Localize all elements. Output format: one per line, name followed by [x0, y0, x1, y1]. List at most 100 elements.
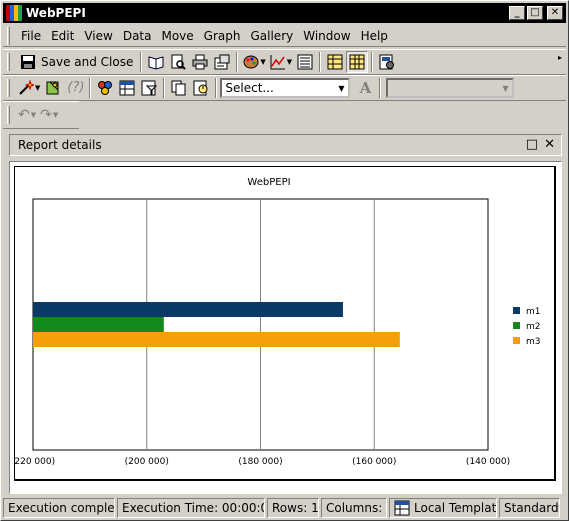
line-chart-icon — [270, 54, 286, 70]
font-button[interactable]: A — [354, 77, 376, 99]
status-bar: Execution complete Execution Time: 00:00… — [3, 498, 566, 520]
palette-dropdown-button[interactable]: ▼ — [241, 51, 267, 73]
font-select[interactable]: ▼ — [386, 78, 515, 98]
member-select[interactable]: Select... ▼ — [220, 78, 351, 98]
filter-button[interactable] — [138, 77, 160, 99]
x-tick-label: (180 000) — [238, 457, 282, 467]
wizard-dropdown-button[interactable]: ▼ — [16, 77, 42, 99]
table-layout-button[interactable] — [116, 77, 138, 99]
app-icon — [6, 5, 22, 21]
undo-toolbar: ↶ ▼ ↷ ▼ — [3, 101, 79, 129]
format-toolbar: ▼ (?) Select... ▼ A ▼ — [3, 75, 566, 101]
x-tick-label: (220 000) — [15, 457, 55, 467]
bar-m3 — [33, 332, 400, 347]
main-toolbar: Save and Close ▼ ▼ ▸ — [3, 49, 566, 75]
menu-data[interactable]: Data — [118, 29, 157, 43]
legend-label-m2: m2 — [526, 322, 541, 332]
status-template[interactable]: Local Template — [389, 498, 497, 518]
magnifier-page-icon — [170, 54, 187, 70]
redo-icon: ↷ — [40, 107, 52, 123]
palette-icon — [243, 54, 259, 70]
colored-balls-icon — [97, 80, 113, 96]
restore-panel-button[interactable]: □ — [526, 137, 538, 152]
menu-view[interactable]: View — [79, 29, 117, 43]
toolbar-overflow-icon[interactable]: ▸ — [558, 53, 562, 62]
table-view-button[interactable] — [346, 51, 369, 73]
list-icon — [297, 54, 313, 70]
properties-icon — [214, 54, 230, 70]
print-preview-button[interactable] — [167, 51, 189, 73]
printer-icon — [192, 54, 208, 70]
font-a-icon: A — [359, 79, 372, 97]
status-columns: Columns: 3 — [321, 498, 387, 518]
legend-label-m3: m3 — [526, 337, 541, 347]
copy-button[interactable] — [168, 77, 190, 99]
clock-page-icon — [193, 80, 209, 96]
status-template-label: Local Template — [414, 501, 497, 515]
chart-type-dropdown-button[interactable]: ▼ — [268, 51, 294, 73]
grid-view-button[interactable] — [324, 51, 346, 73]
redo-button[interactable]: ↷ ▼ — [38, 104, 60, 126]
legend-swatch-m2 — [513, 322, 520, 329]
chevron-down-icon: ▼ — [35, 84, 41, 92]
chevron-down-icon: ▼ — [52, 111, 59, 119]
status-execution-time: Execution Time: 00:00:01 — [117, 498, 265, 518]
menubar-grip[interactable] — [7, 26, 10, 45]
x-tick-label: (200 000) — [125, 457, 169, 467]
status-rows: Rows: 1 — [267, 498, 319, 518]
properties-button[interactable] — [211, 51, 233, 73]
save-and-close-label: Save and Close — [41, 55, 134, 69]
chart-svg: WebPEPI (220 000) (200 000) (180 000) (160 … — [15, 177, 541, 467]
report-panel-header: Report details □ ✕ — [9, 134, 562, 156]
bar-m1 — [33, 302, 343, 317]
menu-bar: File Edit View Data Move Graph Gallery W… — [3, 25, 566, 47]
report-settings-button[interactable] — [376, 51, 398, 73]
filter-icon — [141, 80, 158, 96]
save-and-close-button[interactable]: Save and Close — [16, 51, 137, 73]
chevron-down-icon: ▼ — [338, 83, 345, 93]
member-select-value: Select... — [225, 81, 274, 95]
chevron-down-icon: ▼ — [502, 83, 509, 93]
chart-frame: WebPEPI (220 000) (200 000) (180 000) (160 … — [9, 161, 562, 494]
menu-window[interactable]: Window — [298, 29, 355, 43]
title-bar: WebPEPI _ □ ✕ — [3, 3, 566, 23]
toolbar-grip[interactable] — [7, 106, 10, 124]
menu-move[interactable]: Move — [156, 29, 198, 43]
minimize-button[interactable]: _ — [509, 6, 525, 20]
magic-wand-icon — [18, 79, 36, 96]
legend-label-m1: m1 — [526, 307, 541, 317]
toolbar-grip[interactable] — [7, 79, 10, 97]
list-view-button[interactable] — [294, 51, 316, 73]
yellow-grid-icon — [327, 54, 343, 70]
print-button[interactable] — [189, 51, 211, 73]
maximize-button[interactable]: □ — [527, 6, 543, 20]
open-book-button[interactable] — [145, 51, 167, 73]
copy-pages-icon — [171, 80, 187, 96]
table-grid-icon — [349, 54, 365, 70]
menu-gallery[interactable]: Gallery — [245, 29, 298, 43]
pin-button[interactable] — [42, 77, 64, 99]
report-gear-icon — [379, 54, 395, 70]
menu-file[interactable]: File — [16, 29, 46, 43]
legend-swatch-m3 — [513, 337, 520, 344]
x-tick-label: (160 000) — [352, 457, 396, 467]
menu-help[interactable]: Help — [356, 29, 393, 43]
close-panel-button[interactable]: ✕ — [544, 137, 555, 152]
floppy-disk-icon — [20, 54, 36, 70]
chart-area: WebPEPI (220 000) (200 000) (180 000) (160 … — [14, 166, 556, 481]
template-icon — [394, 500, 410, 516]
book-icon — [148, 54, 164, 70]
toolbar-grip[interactable] — [7, 53, 10, 71]
schedule-button[interactable] — [190, 77, 212, 99]
close-button[interactable]: ✕ — [547, 6, 563, 20]
status-mode: Standard — [499, 498, 560, 518]
chevron-down-icon: ▼ — [286, 58, 293, 66]
formula-icon: (?) — [67, 80, 85, 95]
window-title: WebPEPI — [26, 6, 86, 20]
menu-edit[interactable]: Edit — [46, 29, 79, 43]
members-button[interactable] — [94, 77, 116, 99]
report-panel-title: Report details — [18, 138, 102, 152]
formula-button[interactable]: (?) — [64, 77, 86, 99]
menu-graph[interactable]: Graph — [199, 29, 246, 43]
undo-button[interactable]: ↶ ▼ — [16, 104, 38, 126]
